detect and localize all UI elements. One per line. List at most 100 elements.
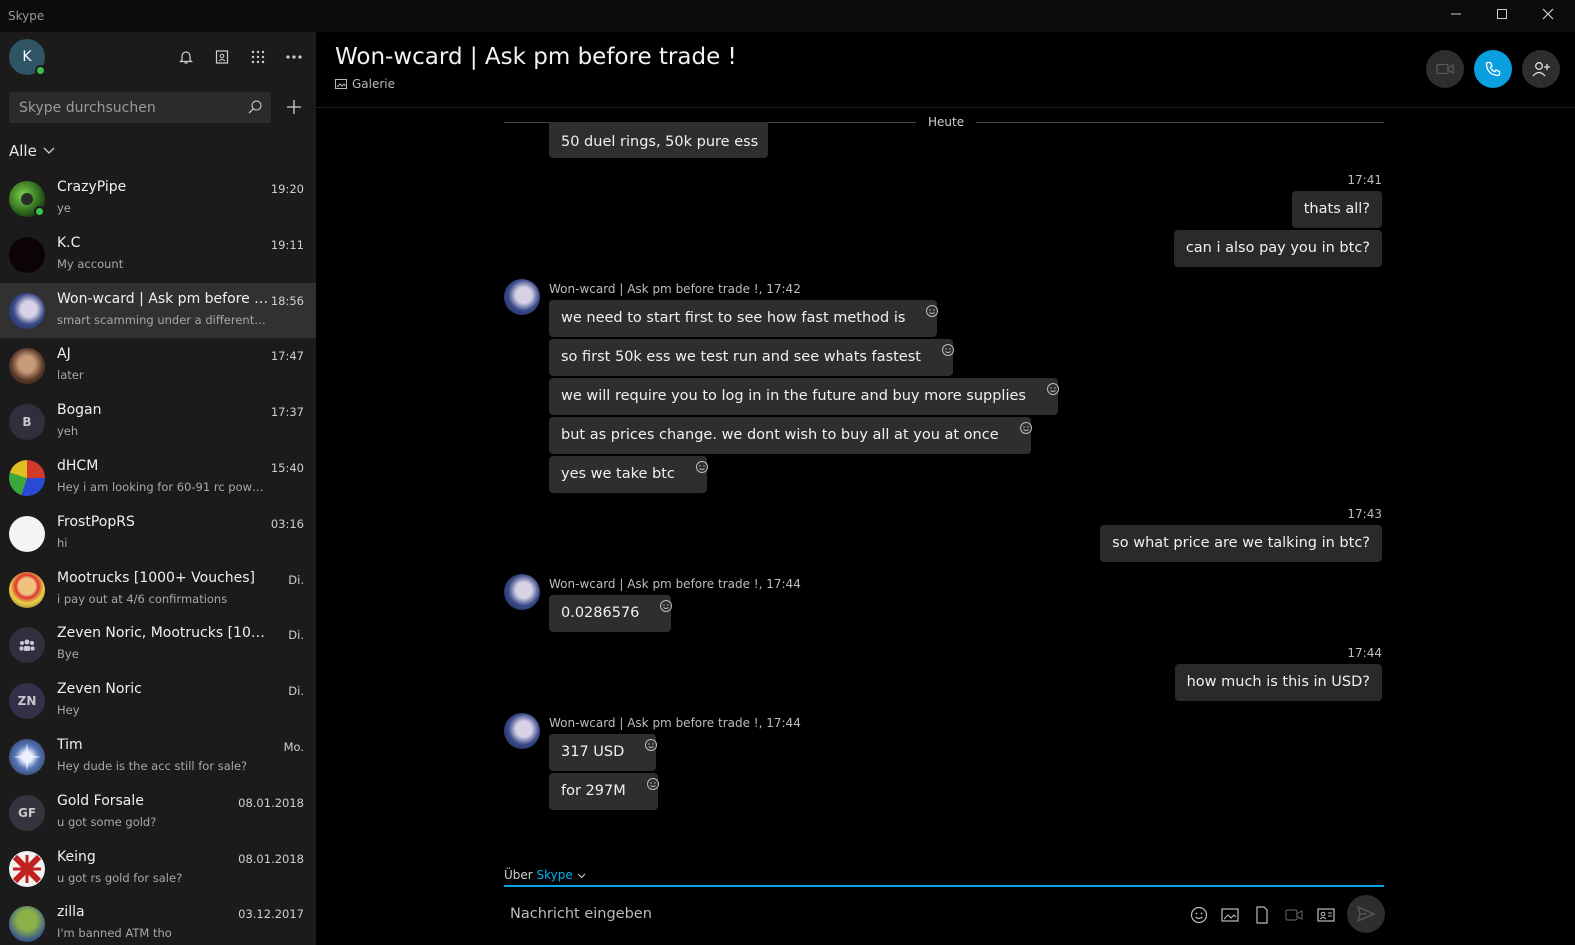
message-input[interactable]	[510, 900, 1150, 928]
add-participant-button[interactable]	[1522, 50, 1560, 88]
message-bubble-incoming[interactable]: we need to start first to see how fast m…	[549, 300, 939, 337]
contact-name: Mootrucks [1000+ Vouches]	[57, 569, 256, 586]
contact-preview: i pay out at 4/6 confirmations	[57, 591, 228, 606]
message-bubble-outgoing[interactable]: can i also pay you in btc?	[1173, 230, 1382, 267]
contact-item[interactable]: FrostPopRS hi 03:16	[0, 506, 316, 562]
contact-name: Won-wcard | Ask pm before trade !	[57, 290, 269, 307]
contact-name: CrazyPipe	[57, 179, 127, 195]
message-sender-meta: Won-wcard | Ask pm before trade !, 17:44	[549, 716, 801, 730]
message-bubble-outgoing[interactable]: thats all?	[1291, 191, 1382, 228]
more-options-button[interactable]	[282, 45, 306, 69]
contact-time: Di.	[288, 628, 304, 643]
chevron-down-icon	[577, 873, 586, 879]
sender-avatar[interactable]	[504, 713, 540, 749]
emoji-reaction-icon	[646, 778, 659, 790]
contact-preview: yeh	[57, 424, 79, 439]
close-button[interactable]	[1525, 0, 1571, 32]
app-title: Skype	[8, 9, 45, 23]
video-message-button[interactable]	[1283, 904, 1305, 926]
contact-item-active[interactable]: Won-wcard | Ask pm before trade ! smart …	[0, 282, 316, 339]
message-bubble-incoming[interactable]: 0.0286576	[549, 595, 673, 632]
minimize-button[interactable]	[1433, 0, 1479, 32]
video-call-button[interactable]	[1426, 50, 1464, 88]
emoji-button[interactable]	[1188, 904, 1210, 926]
send-contact-button[interactable]	[1315, 904, 1337, 926]
contact-avatar	[9, 348, 45, 385]
compass-icon	[13, 742, 41, 771]
message-area[interactable]: Heute 50 duel rings, 50k pure ess 17:41 …	[316, 109, 1575, 864]
emoji-reaction-icon	[941, 344, 954, 356]
chat-header: Won-wcard | Ask pm before trade ! Galeri…	[316, 32, 1575, 108]
contact-item[interactable]: K.C My account 19:11	[0, 227, 316, 283]
send-button[interactable]	[1347, 895, 1385, 933]
message-bubble-incoming[interactable]: yes we take btc	[549, 456, 708, 493]
message-time: 17:44	[1347, 646, 1382, 660]
contact-item[interactable]: Tim Hey dude is the acc still for sale? …	[0, 729, 316, 785]
filter-dropdown[interactable]: Alle	[9, 142, 55, 160]
emoji-reaction-icon	[1046, 383, 1059, 395]
sender-avatar[interactable]	[504, 279, 540, 315]
contact-name: Zeven Noric	[57, 681, 142, 698]
contact-item[interactable]: zilla I'm banned ATM tho 03.12.2017	[0, 896, 316, 945]
contact-name: dHCM	[57, 457, 99, 474]
contact-time: 19:20	[270, 182, 304, 196]
minimize-icon	[1451, 13, 1461, 15]
message-bubble-outgoing[interactable]: how much is this in USD?	[1174, 664, 1382, 701]
dialpad-button[interactable]	[246, 45, 270, 69]
contact-time: 03:16	[270, 516, 304, 531]
message-bubble-incoming[interactable]: for 297M	[549, 773, 659, 810]
contact-item[interactable]: GF Gold Forsale u got some gold? 08.01.2…	[0, 785, 316, 841]
new-chat-button[interactable]	[282, 95, 306, 119]
search-input[interactable]	[19, 92, 239, 123]
add-person-icon	[1532, 62, 1550, 77]
emoji-reaction-icon	[660, 600, 673, 612]
contacts-button[interactable]	[210, 45, 234, 69]
send-via-selector[interactable]: Über Skype	[504, 868, 586, 882]
sender-avatar[interactable]	[504, 574, 540, 610]
contact-item[interactable]: AJ later 17:47	[0, 338, 316, 394]
dialpad-icon	[251, 50, 265, 64]
bell-icon	[179, 51, 193, 64]
chat-title[interactable]: Won-wcard | Ask pm before trade !	[335, 44, 737, 70]
contact-name: FrostPopRS	[57, 513, 135, 530]
gallery-link[interactable]: Galerie	[335, 77, 395, 91]
emoji-icon	[1190, 906, 1208, 924]
contact-avatar	[9, 292, 45, 329]
contact-avatar	[9, 571, 45, 608]
contact-item[interactable]: Zeven Noric, Mootrucks [1000+ Vouches] B…	[0, 617, 316, 673]
contact-item[interactable]: CrazyPipe ye 19:20	[0, 171, 316, 227]
send-file-button[interactable]	[1251, 904, 1273, 926]
contact-avatar	[9, 459, 45, 496]
search-icon[interactable]	[247, 99, 263, 119]
message-bubble-outgoing[interactable]: so what price are we talking in btc?	[1100, 525, 1382, 562]
send-image-button[interactable]	[1219, 904, 1241, 926]
composer-focus-line	[504, 885, 1384, 887]
contact-item[interactable]: dHCM Hey i am looking for 60-91 rc power…	[0, 450, 316, 506]
contact-avatar	[9, 515, 45, 552]
plus-icon	[287, 100, 301, 114]
message-bubble-incoming[interactable]: 317 USD	[549, 734, 658, 771]
message-bubble-incoming[interactable]: but as prices change. we dont wish to bu…	[549, 417, 1032, 454]
message-sender-meta: Won-wcard | Ask pm before trade !, 17:44	[549, 577, 801, 591]
message-text: for 297M	[561, 783, 626, 799]
contact-item[interactable]: Keing u got rs gold for sale? 08.01.2018	[0, 841, 316, 897]
audio-call-button[interactable]	[1474, 50, 1512, 88]
contact-preview: My account	[57, 256, 124, 271]
message-bubble-incoming[interactable]: so first 50k ess we test run and see wha…	[549, 339, 954, 376]
group-icon	[19, 639, 35, 652]
contact-item[interactable]: Mootrucks [1000+ Vouches] i pay out at 4…	[0, 562, 316, 618]
contact-avatar: GF	[9, 794, 45, 831]
notifications-button[interactable]	[174, 45, 198, 69]
maximize-button[interactable]	[1479, 0, 1525, 32]
contact-item[interactable]: B Bogan yeh 17:37	[0, 394, 316, 450]
message-bubble-incoming[interactable]: we will require you to log in in the fut…	[549, 378, 1059, 415]
contact-name: AJ	[57, 346, 71, 363]
image-icon	[335, 79, 347, 89]
contact-item[interactable]: ZN Zeven Noric Hey Di.	[0, 673, 316, 729]
contact-preview: u got some gold?	[57, 814, 157, 829]
filter-label: Alle	[9, 142, 37, 160]
my-avatar[interactable]: K	[9, 39, 46, 76]
message-bubble-partial[interactable]: 50 duel rings, 50k pure ess	[549, 122, 768, 158]
contact-preview: Hey dude is the acc still for sale?	[57, 758, 248, 773]
contact-name: Bogan	[57, 402, 102, 419]
